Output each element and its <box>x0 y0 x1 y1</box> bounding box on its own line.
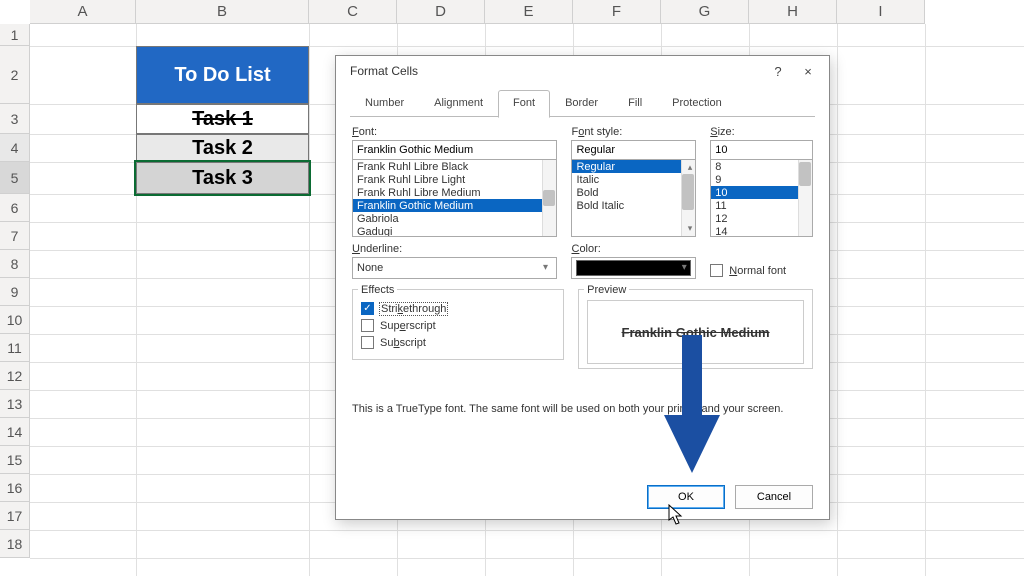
row-header[interactable]: 4 <box>0 134 30 162</box>
dialog-title: Format Cells <box>350 64 418 78</box>
row-header[interactable]: 5 <box>0 162 30 194</box>
list-item[interactable]: Frank Ruhl Libre Black <box>353 160 556 173</box>
font-style-input[interactable] <box>571 140 696 160</box>
row-header[interactable]: 13 <box>0 390 30 418</box>
tab-border[interactable]: Border <box>550 90 613 118</box>
effects-legend: Effects <box>358 284 397 296</box>
column-header[interactable]: I <box>837 0 925 24</box>
ok-button[interactable]: OK <box>647 485 725 509</box>
cell-b5-task3[interactable]: Task 3 <box>136 162 309 194</box>
column-header[interactable]: A <box>30 0 136 24</box>
list-item[interactable]: 9 <box>711 173 812 186</box>
cursor-icon <box>668 504 684 526</box>
column-header[interactable]: G <box>661 0 749 24</box>
list-item[interactable]: Regular <box>572 160 695 173</box>
color-swatch <box>576 260 691 276</box>
column-header[interactable]: E <box>485 0 573 24</box>
row-header[interactable]: 2 <box>0 46 30 104</box>
dialog-tabs: NumberAlignmentFontBorderFillProtection <box>336 86 829 118</box>
column-header[interactable]: D <box>397 0 485 24</box>
column-header[interactable]: B <box>136 0 309 24</box>
format-cells-dialog: Format Cells ? × NumberAlignmentFontBord… <box>335 55 830 520</box>
list-item[interactable]: Bold Italic <box>572 199 695 212</box>
list-item[interactable]: Gadugi <box>353 225 556 237</box>
list-item[interactable]: 12 <box>711 212 812 225</box>
dialog-titlebar[interactable]: Format Cells ? × <box>336 56 829 86</box>
list-item[interactable]: Frank Ruhl Libre Medium <box>353 186 556 199</box>
row-header[interactable]: 16 <box>0 474 30 502</box>
list-item[interactable]: 8 <box>711 160 812 173</box>
close-button[interactable]: × <box>793 58 823 84</box>
help-button[interactable]: ? <box>763 58 793 84</box>
cell-b3-task1[interactable]: Task 1 <box>136 104 309 134</box>
color-select[interactable]: ▾ <box>571 257 696 279</box>
cell-b4-task2[interactable]: Task 2 <box>136 134 309 162</box>
row-header[interactable]: 14 <box>0 418 30 446</box>
superscript-checkbox[interactable]: Superscript <box>361 317 555 334</box>
list-item[interactable]: Franklin Gothic Medium <box>353 199 556 212</box>
checkbox-icon <box>710 264 723 277</box>
list-item[interactable]: Italic <box>572 173 695 186</box>
column-header[interactable]: C <box>309 0 397 24</box>
tab-protection[interactable]: Protection <box>657 90 737 118</box>
list-item[interactable]: 10 <box>711 186 812 199</box>
preview-sample: Franklin Gothic Medium <box>622 325 770 340</box>
cancel-button[interactable]: Cancel <box>735 485 813 509</box>
row-header[interactable]: 7 <box>0 222 30 250</box>
font-footnote: This is a TrueType font. The same font w… <box>352 403 813 415</box>
row-header[interactable]: 9 <box>0 278 30 306</box>
row-header[interactable]: 15 <box>0 446 30 474</box>
checkbox-icon <box>361 319 374 332</box>
strikethrough-checkbox[interactable]: ✓ Strikethrough <box>361 300 555 317</box>
tab-fill[interactable]: Fill <box>613 90 657 118</box>
tab-alignment[interactable]: Alignment <box>419 90 498 118</box>
underline-select[interactable]: None▾ <box>352 257 557 279</box>
column-header[interactable]: H <box>749 0 837 24</box>
preview-group: Preview Franklin Gothic Medium <box>578 289 813 369</box>
font-label: Font: <box>352 126 557 138</box>
list-item[interactable]: Frank Ruhl Libre Light <box>353 173 556 186</box>
subscript-checkbox[interactable]: Subscript <box>361 334 555 351</box>
effects-group: Effects ✓ Strikethrough Superscript Su <box>352 289 564 360</box>
row-header[interactable]: 6 <box>0 194 30 222</box>
tab-number[interactable]: Number <box>350 90 419 118</box>
row-header[interactable]: 10 <box>0 306 30 334</box>
underline-label: Underline: <box>352 243 557 255</box>
checkbox-checked-icon: ✓ <box>361 302 374 315</box>
list-item[interactable]: 14 <box>711 225 812 237</box>
size-label: Size: <box>710 126 813 138</box>
preview-legend: Preview <box>584 284 629 296</box>
font-style-label: Font style: <box>571 126 696 138</box>
normal-font-checkbox[interactable]: Normal font <box>710 262 786 279</box>
size-input[interactable] <box>710 140 813 160</box>
row-header[interactable]: 12 <box>0 362 30 390</box>
color-label: Color: <box>571 243 696 255</box>
size-listbox[interactable]: 8910111214 <box>710 159 813 237</box>
font-style-listbox[interactable]: RegularItalicBoldBold Italic▴▾ <box>571 159 696 237</box>
font-listbox[interactable]: Frank Ruhl Libre BlackFrank Ruhl Libre L… <box>352 159 557 237</box>
checkbox-icon <box>361 336 374 349</box>
font-input[interactable] <box>352 140 557 160</box>
list-item[interactable]: 11 <box>711 199 812 212</box>
row-header[interactable]: 3 <box>0 104 30 134</box>
row-header[interactable]: 11 <box>0 334 30 362</box>
row-header[interactable]: 8 <box>0 250 30 278</box>
column-header[interactable]: F <box>573 0 661 24</box>
row-header[interactable]: 1 <box>0 24 30 46</box>
row-header[interactable]: 17 <box>0 502 30 530</box>
cell-b2-header[interactable]: To Do List <box>136 46 309 104</box>
list-item[interactable]: Bold <box>572 186 695 199</box>
row-header[interactable]: 18 <box>0 530 30 558</box>
list-item[interactable]: Gabriola <box>353 212 556 225</box>
tab-font[interactable]: Font <box>498 90 550 118</box>
